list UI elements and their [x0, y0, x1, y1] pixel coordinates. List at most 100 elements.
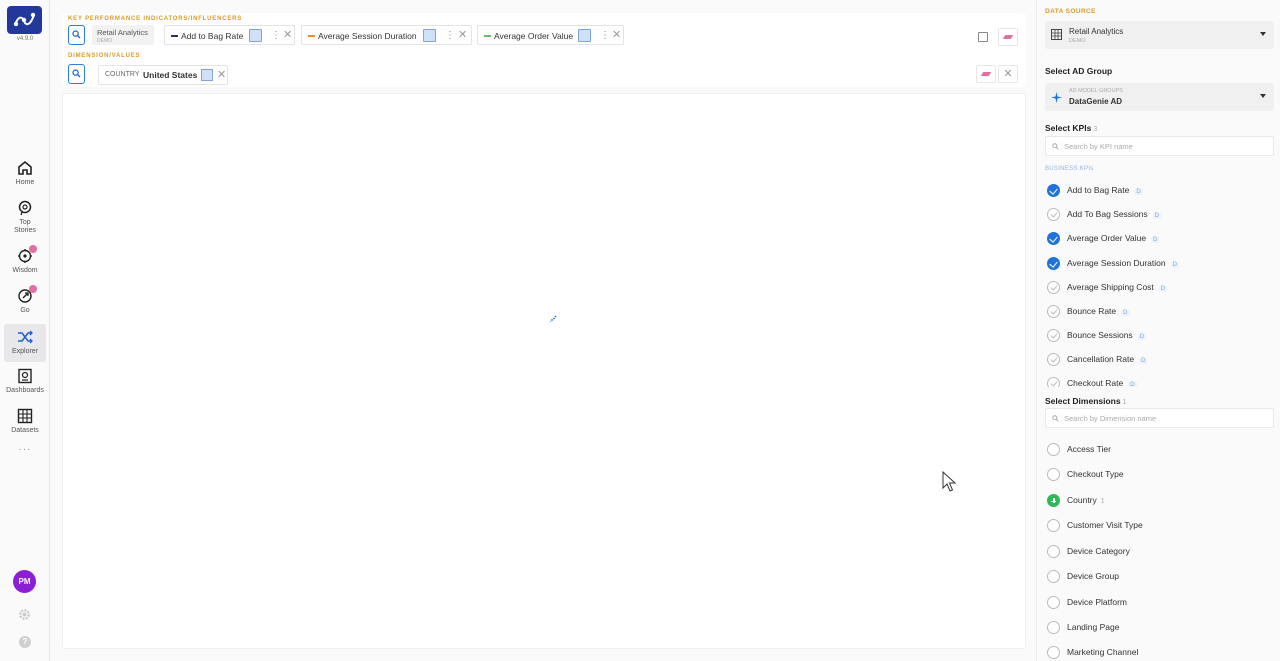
search-icon	[72, 30, 81, 39]
kpi-chip-remove-icon[interactable]: ✕	[612, 28, 621, 42]
calendar-icon[interactable]	[978, 32, 988, 42]
close-filters-icon[interactable]: ✕	[998, 65, 1018, 83]
kpi-count: 3	[1093, 126, 1098, 133]
table-grid-icon	[1051, 29, 1062, 40]
kpi-item[interactable]: Add To Bag Sessions D	[1047, 208, 1267, 222]
explorer-icon	[17, 329, 33, 345]
search-icon	[72, 69, 81, 78]
help-icon[interactable]: ?	[19, 636, 31, 648]
datasource-chip[interactable]: Retail Analytics DEMO	[92, 25, 154, 45]
data-source-name: Retail Analytics	[1069, 27, 1124, 36]
datasets-icon	[17, 408, 33, 424]
add-dimension-icon[interactable]	[1047, 545, 1060, 558]
kpi-item[interactable]: Add to Bag Rate D	[1047, 184, 1267, 198]
clear-kpis-eraser-icon[interactable]	[998, 28, 1018, 46]
dimension-chip-expand-icon[interactable]	[201, 69, 213, 81]
kpi-item-label: Bounce Sessions D	[1067, 330, 1147, 340]
explorer-canvas	[62, 93, 1026, 649]
search-icon	[1052, 415, 1059, 422]
add-dimension-icon[interactable]	[1047, 621, 1060, 634]
checkbox-unchecked-icon[interactable]	[1047, 377, 1060, 387]
data-source-select[interactable]: Retail Analytics DEMO	[1045, 21, 1274, 49]
kpi-item[interactable]: Cancellation Rate D	[1047, 353, 1267, 367]
checkbox-unchecked-icon[interactable]	[1047, 305, 1060, 318]
wisdom-badge	[29, 245, 37, 253]
dimension-added-plus-icon[interactable]	[1047, 494, 1060, 507]
kpi-chip-remove-icon[interactable]: ✕	[283, 28, 292, 42]
kpi-item[interactable]: Checkout Rate D	[1047, 377, 1267, 387]
nav-go[interactable]: Go	[4, 285, 46, 315]
kpi-chip-more-icon[interactable]: ⋮	[445, 29, 455, 42]
checkbox-checked-icon[interactable]	[1047, 184, 1060, 197]
kpi-chip-add-to-bag-rate[interactable]: Add to Bag Rate ⋮ ✕	[164, 25, 295, 45]
kpi-item[interactable]: Bounce Rate D	[1047, 305, 1267, 319]
user-avatar[interactable]: PM	[13, 570, 36, 593]
checkbox-unchecked-icon[interactable]	[1047, 353, 1060, 366]
kpi-chip-toggle[interactable]	[578, 29, 591, 42]
kpi-chip-toggle[interactable]	[423, 29, 436, 42]
kpi-chip-average-session-duration[interactable]: Average Session Duration ⋮ ✕	[301, 25, 472, 45]
checkbox-unchecked-icon[interactable]	[1047, 329, 1060, 342]
nav-wisdom[interactable]: Wisdom	[4, 245, 46, 275]
select-dimensions-label: Select Dimensions 1	[1045, 396, 1127, 406]
checkbox-checked-icon[interactable]	[1047, 257, 1060, 270]
dimension-item-label: Device Platform	[1067, 597, 1127, 607]
kpi-section-title: KEY PERFORMANCE INDICATORS/INFLUENCERS	[68, 16, 243, 22]
kpi-chip-more-icon[interactable]: ⋮	[600, 29, 610, 42]
settings-gear-icon[interactable]	[17, 607, 32, 622]
kpi-chip-toggle[interactable]	[249, 29, 262, 42]
add-dimension-icon[interactable]	[1047, 596, 1060, 609]
kpi-search-input[interactable]: Search by KPI name	[1045, 136, 1274, 156]
add-dimension-icon[interactable]	[1047, 519, 1060, 532]
clear-dimensions-eraser-icon[interactable]	[976, 65, 996, 83]
dimension-chip-country[interactable]: COUNTRY United States ✕	[98, 65, 228, 85]
kpi-search-button[interactable]	[68, 25, 85, 45]
kpi-chip-label: Average Session Duration	[318, 31, 417, 41]
dimension-item-label: Device Group	[1067, 571, 1119, 581]
add-dimension-icon[interactable]	[1047, 443, 1060, 456]
kpi-item-label: Bounce Rate D	[1067, 306, 1130, 316]
nav-datasets[interactable]: Datasets	[4, 408, 46, 435]
kpi-chip-remove-icon[interactable]: ✕	[458, 28, 467, 42]
go-icon	[17, 285, 37, 304]
add-dimension-icon[interactable]	[1047, 468, 1060, 481]
nav-home[interactable]: Home	[4, 160, 46, 187]
select-kpis-label: Select KPIs 3	[1045, 123, 1097, 133]
checkbox-checked-icon[interactable]	[1047, 232, 1060, 245]
dimension-chip-key: COUNTRY	[105, 71, 140, 78]
nav-more-icon[interactable]: ···	[0, 444, 50, 455]
ad-group-select[interactable]: AD MODEL GROUPS DataGenie AD	[1045, 83, 1274, 111]
nav-explorer[interactable]: Explorer	[4, 324, 46, 362]
add-dimension-icon[interactable]	[1047, 646, 1060, 659]
dimension-item[interactable]: Checkout Type	[1047, 468, 1267, 482]
dimension-item[interactable]: Country 1	[1047, 494, 1267, 508]
dimension-search-button[interactable]	[68, 64, 85, 84]
app-version: v4.9.0	[16, 36, 34, 42]
dimension-item-label: Marketing Channel	[1067, 647, 1139, 657]
app-logo[interactable]	[7, 6, 42, 34]
nav-dashboards[interactable]: Dashboards	[4, 368, 46, 395]
add-dimension-icon[interactable]	[1047, 570, 1060, 583]
kpi-item[interactable]: Average Order Value D	[1047, 232, 1267, 246]
dimension-item[interactable]: Marketing Channel	[1047, 646, 1267, 660]
kpi-item-label: Average Shipping Cost D	[1067, 282, 1168, 292]
dimension-item[interactable]: Landing Page	[1047, 621, 1267, 635]
checkbox-unchecked-icon[interactable]	[1047, 208, 1060, 221]
kpi-item[interactable]: Bounce Sessions D	[1047, 329, 1267, 343]
nav-top-stories[interactable]: Top Stories	[4, 200, 46, 235]
dimension-search-input[interactable]: Search by Dimension name	[1045, 408, 1274, 428]
kpi-item[interactable]: Average Session Duration D	[1047, 257, 1267, 271]
kpi-item[interactable]: Average Shipping Cost D	[1047, 281, 1267, 295]
ad-model-sparkle-icon	[1051, 92, 1062, 103]
dimension-item[interactable]: Device Platform	[1047, 596, 1267, 610]
nav-explorer-label: Explorer	[11, 348, 39, 355]
kpi-chip-more-icon[interactable]: ⋮	[271, 29, 281, 42]
dimension-item[interactable]: Access Tier	[1047, 443, 1267, 457]
dimension-item[interactable]: Customer Visit Type	[1047, 519, 1267, 533]
dimension-item[interactable]: Device Category	[1047, 545, 1267, 559]
kpi-chip-average-order-value[interactable]: Average Order Value ⋮ ✕	[477, 25, 624, 45]
kpi-search-placeholder: Search by KPI name	[1064, 142, 1133, 151]
dimension-item[interactable]: Device Group	[1047, 570, 1267, 584]
checkbox-unchecked-icon[interactable]	[1047, 281, 1060, 294]
dimension-chip-remove-icon[interactable]: ✕	[217, 68, 226, 82]
